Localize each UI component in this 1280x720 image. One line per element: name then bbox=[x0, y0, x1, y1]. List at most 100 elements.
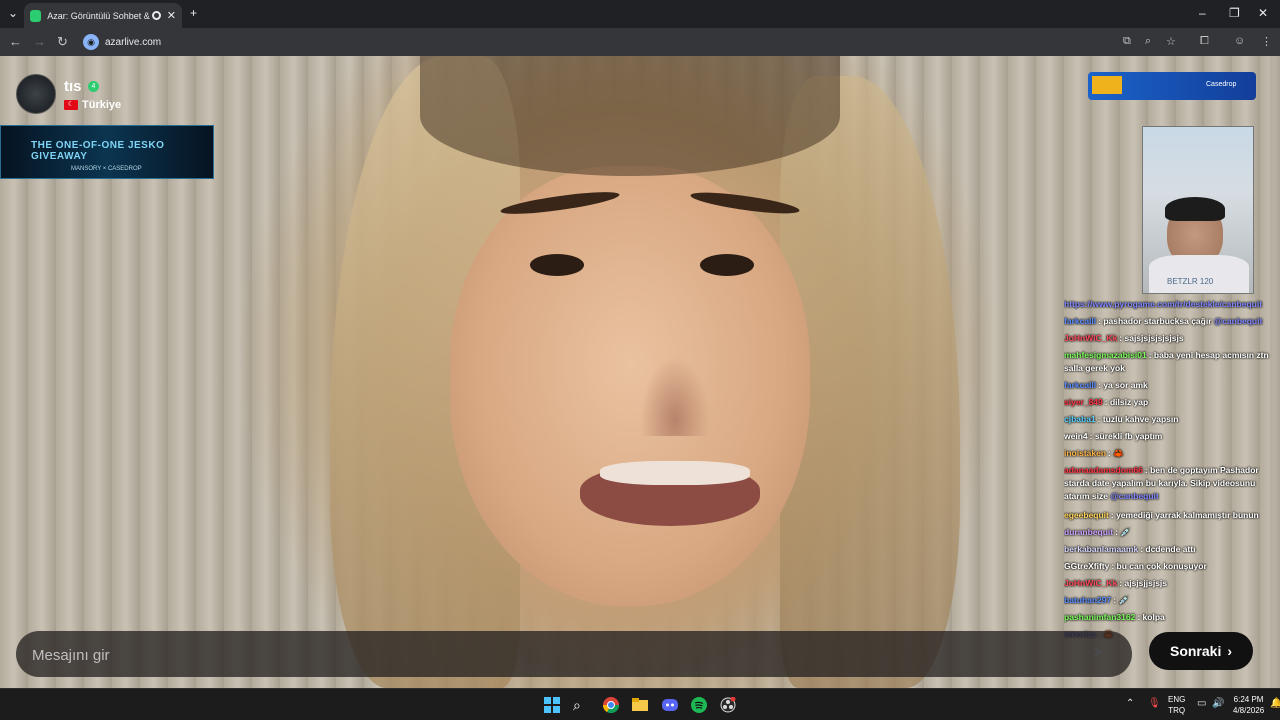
chat-username[interactable]: pashanimfan3162 bbox=[1064, 612, 1135, 622]
browser-toolbar: ← → ↻ ◉ azarlive.com ⧉ ⌕ ☆ ⧠ ☺ ⋮ bbox=[0, 28, 1280, 56]
close-window-icon[interactable]: ✕ bbox=[1258, 6, 1268, 20]
obs-icon[interactable] bbox=[720, 696, 736, 713]
chat-username[interactable]: inoistaken bbox=[1064, 448, 1106, 458]
chat-username[interactable]: adanaadamsdom66 bbox=[1064, 465, 1143, 475]
chat-username[interactable]: JoHnWiC_Kk bbox=[1064, 578, 1117, 588]
zoom-icon[interactable]: ⌕ bbox=[1145, 35, 1151, 48]
reload-icon[interactable]: ↻ bbox=[57, 34, 68, 50]
menu-kebab-icon[interactable]: ⋮ bbox=[1261, 35, 1272, 48]
maximize-icon[interactable]: ❐ bbox=[1229, 6, 1240, 20]
chat-message: mahfesigmazabisi01: baba yeni hesap acmı… bbox=[1064, 349, 1280, 375]
verified-badge: 4 bbox=[88, 81, 99, 92]
chat-message: egeebequit: yemediği yarrak kalmamıştır … bbox=[1064, 509, 1280, 522]
new-tab-icon[interactable]: + bbox=[190, 6, 197, 20]
profile-icon[interactable]: ☺ bbox=[1234, 35, 1245, 47]
spotify-icon[interactable] bbox=[691, 697, 707, 713]
notification-bell-icon[interactable]: 🔔 bbox=[1270, 698, 1280, 709]
chat-username[interactable]: wein4 bbox=[1064, 431, 1088, 441]
chat-message: GGtreXfifty: bu can çok konuşuyor bbox=[1064, 560, 1280, 573]
bookmark-star-icon[interactable]: ☆ bbox=[1166, 35, 1176, 48]
address-bar[interactable]: ◉ azarlive.com bbox=[80, 31, 1180, 53]
chat-username[interactable]: siyer_849 bbox=[1064, 397, 1103, 407]
streamer-webcam: BETZLR 120 bbox=[1142, 126, 1254, 294]
chat-username[interactable]: cjbaba1 bbox=[1064, 414, 1096, 424]
chat-message: farkcalll: ya sor amk bbox=[1064, 379, 1280, 392]
banner-title: THE ONE-OF-ONE JESKO GIVEAWAY bbox=[31, 140, 165, 162]
windows-start-icon[interactable] bbox=[544, 697, 560, 713]
turkey-flag-icon: ☾ bbox=[64, 100, 78, 110]
windows-taskbar: ⌕ ⌃ 🎙 ENG TRQ ▭ 🔊 6:24 PM 4/8/2026 🔔 bbox=[0, 688, 1280, 720]
chat-text: : ajsjsjjsjsjs bbox=[1119, 578, 1168, 588]
input-language[interactable]: ENG TRQ bbox=[1168, 694, 1185, 716]
browser-tab-bar: ⌄ Azar: Görüntülü Sohbet & Y ✕ + – ❐ ✕ bbox=[0, 0, 1280, 28]
giveaway-banner: THE ONE-OF-ONE JESKO GIVEAWAY MANSORY × … bbox=[0, 125, 214, 179]
casedrop-ad-banner: Casedrop bbox=[1088, 72, 1256, 100]
chat-text: : yemediği yarrak kalmamıştır bunun bbox=[1110, 510, 1259, 520]
tab-list-chevron-icon[interactable]: ⌄ bbox=[8, 6, 18, 20]
chat-text: : 💉 bbox=[1113, 595, 1130, 605]
gift-box-icon bbox=[1092, 76, 1122, 94]
browser-tab[interactable]: Azar: Görüntülü Sohbet & Y ✕ bbox=[24, 3, 182, 28]
recording-indicator-icon bbox=[152, 11, 161, 20]
back-icon[interactable]: ← bbox=[9, 34, 22, 49]
chat-message: pashanimfan3162: kolpa bbox=[1064, 611, 1280, 624]
url-text: azarlive.com bbox=[105, 36, 162, 48]
chat-username[interactable]: farkcalll bbox=[1064, 316, 1096, 326]
chat-username[interactable]: JoHnWiC_Kk bbox=[1064, 333, 1117, 343]
chat-message: cjbaba1: tuzlu kahve yapsın bbox=[1064, 413, 1280, 426]
tab-title: Azar: Görüntülü Sohbet & Y bbox=[47, 10, 151, 21]
chat-text: : dilsiz yap bbox=[1104, 397, 1149, 407]
chat-message: JoHnWiC_Kk: sajsjsjsjsjsjsjs bbox=[1064, 332, 1280, 345]
chat-message: batuhan297: 💉 bbox=[1064, 594, 1280, 607]
minimize-icon[interactable]: – bbox=[1199, 6, 1206, 20]
chat-text: : kolpa bbox=[1137, 612, 1165, 622]
forward-icon[interactable]: → bbox=[33, 34, 46, 49]
page-scrollbar[interactable] bbox=[1270, 56, 1280, 688]
message-input[interactable] bbox=[32, 646, 1072, 664]
chat-username[interactable]: duranbequit bbox=[1064, 527, 1113, 537]
chat-username[interactable]: https://www.pyrogame.com/tr/destekle/can… bbox=[1064, 299, 1262, 309]
chat-message: JoHnWiC_Kk: ajsjsjjsjsjs bbox=[1064, 577, 1280, 590]
chat-message: siyer_849: dilsiz yap bbox=[1064, 396, 1280, 409]
chat-username[interactable]: berkabanlamaamk bbox=[1064, 544, 1138, 554]
search-icon[interactable]: ⌕ bbox=[573, 697, 589, 713]
ad-text: Casedrop bbox=[1206, 81, 1237, 88]
microphone-icon[interactable]: 🎙 bbox=[1148, 698, 1161, 709]
chat-username[interactable]: egeebequit bbox=[1064, 510, 1109, 520]
chat-text: : bu can çok konuşuyor bbox=[1111, 561, 1207, 571]
chevron-right-icon: › bbox=[1227, 643, 1233, 659]
volume-icon[interactable]: 🔊 bbox=[1212, 698, 1224, 709]
chat-text: : 💉 bbox=[1115, 527, 1131, 537]
tray-chevron-icon[interactable]: ⌃ bbox=[1126, 698, 1134, 709]
chat-text: : 🦀 bbox=[1108, 448, 1124, 458]
banner-subtitle: MANSORY × CASEDROP bbox=[71, 166, 142, 172]
chat-text: : pashador starbucksa çağır bbox=[1098, 316, 1214, 326]
chat-message: adanaadamsdom66: ben de goptayım Pashado… bbox=[1064, 464, 1280, 503]
install-app-icon[interactable]: ⧉ bbox=[1123, 35, 1131, 48]
chat-username[interactable]: batuhan297 bbox=[1064, 595, 1111, 605]
site-info-icon[interactable]: ◉ bbox=[83, 34, 99, 50]
next-button-label: Sonraki bbox=[1169, 643, 1222, 659]
webcam-label: BETZLR 120 bbox=[1167, 277, 1214, 286]
close-tab-icon[interactable]: ✕ bbox=[167, 9, 176, 22]
streamer-username: tıs bbox=[64, 78, 82, 95]
chat-text: : dcdende attı bbox=[1140, 544, 1196, 554]
chrome-icon[interactable] bbox=[602, 697, 620, 714]
chat-message: wein4: sürekli fb yaptım bbox=[1064, 430, 1280, 443]
chat-username[interactable]: GGtreXfifty bbox=[1064, 561, 1109, 571]
streamer-avatar[interactable] bbox=[16, 74, 56, 114]
next-button[interactable]: Sonraki › bbox=[1149, 632, 1253, 670]
clock[interactable]: 6:24 PM 4/8/2026 bbox=[1233, 694, 1264, 716]
chat-mention: @canbequit bbox=[1110, 491, 1159, 501]
chat-username[interactable]: farkcalll bbox=[1064, 380, 1096, 390]
discord-icon[interactable] bbox=[662, 697, 678, 713]
network-icon[interactable]: ▭ bbox=[1197, 698, 1206, 709]
file-explorer-icon[interactable] bbox=[632, 697, 648, 713]
chat-mention: @canbequit bbox=[1213, 316, 1263, 326]
azar-favicon-icon bbox=[30, 9, 42, 22]
extensions-icon[interactable]: ⧠ bbox=[1200, 35, 1209, 48]
send-icon[interactable]: ➤ bbox=[1092, 642, 1120, 666]
chat-text: : sajsjsjsjsjsjsjs bbox=[1119, 333, 1184, 343]
chat-username[interactable]: mahfesigmazabisi01 bbox=[1064, 350, 1147, 360]
chat-message: berkabanlamaamk: dcdende attı bbox=[1064, 543, 1280, 556]
